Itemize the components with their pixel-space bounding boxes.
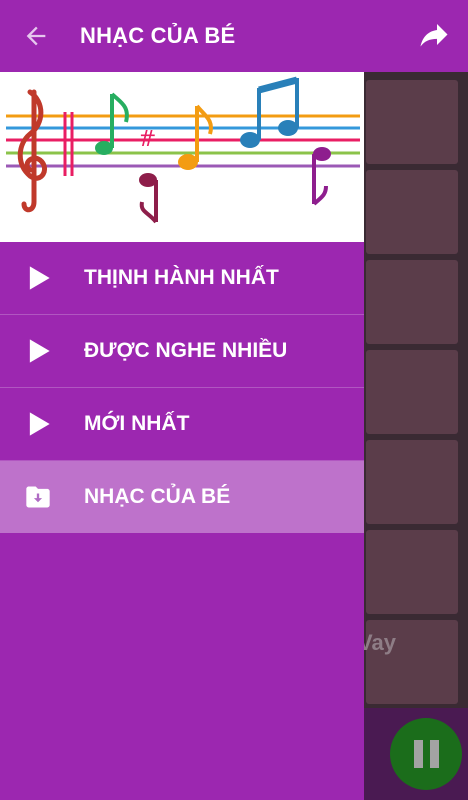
menu-item-label: THỊNH HÀNH NHẤT <box>84 266 279 289</box>
play-icon <box>29 266 50 290</box>
arrow-back-icon[interactable] <box>22 22 50 50</box>
menu-item-thinh-hanh-nhat[interactable]: THỊNH HÀNH NHẤT <box>0 242 364 315</box>
play-icon <box>29 339 50 363</box>
menu-item-label: MỚI NHẤT <box>84 412 190 435</box>
folder-download-icon <box>26 486 50 508</box>
music-notes-staff-image: # <box>6 76 360 224</box>
play-icon <box>29 412 50 436</box>
share-arrow-icon[interactable] <box>414 18 454 54</box>
menu-item-label: ĐƯỢC NGHE NHIỀU <box>84 339 288 362</box>
menu-item-moi-nhat[interactable]: MỚI NHẤT <box>0 388 364 461</box>
page-title: NHẠC CỦA BÉ <box>80 23 236 48</box>
grid-tile[interactable] <box>366 170 458 254</box>
svg-text:#: # <box>138 127 156 152</box>
grid-tile[interactable] <box>366 80 458 164</box>
drawer-header-image: # <box>0 72 364 242</box>
menu-item-label: NHẠC CỦA BÉ <box>84 485 231 508</box>
grid-tile[interactable] <box>366 530 458 614</box>
app-bar: NHẠC CỦA BÉ <box>0 0 468 72</box>
pause-button[interactable] <box>390 718 462 790</box>
grid-tile[interactable] <box>366 440 458 524</box>
menu-item-nhac-cua-be[interactable]: NHẠC CỦA BÉ <box>0 461 364 533</box>
menu-item-duoc-nghe-nhieu[interactable]: ĐƯỢC NGHE NHIỀU <box>0 315 364 388</box>
grid-tile[interactable] <box>366 260 458 344</box>
navigation-drawer: # THỊNH HÀNH NHẤT ĐƯỢC NGHE NHIỀU MỚI NH… <box>0 72 364 800</box>
grid-tile[interactable] <box>366 350 458 434</box>
